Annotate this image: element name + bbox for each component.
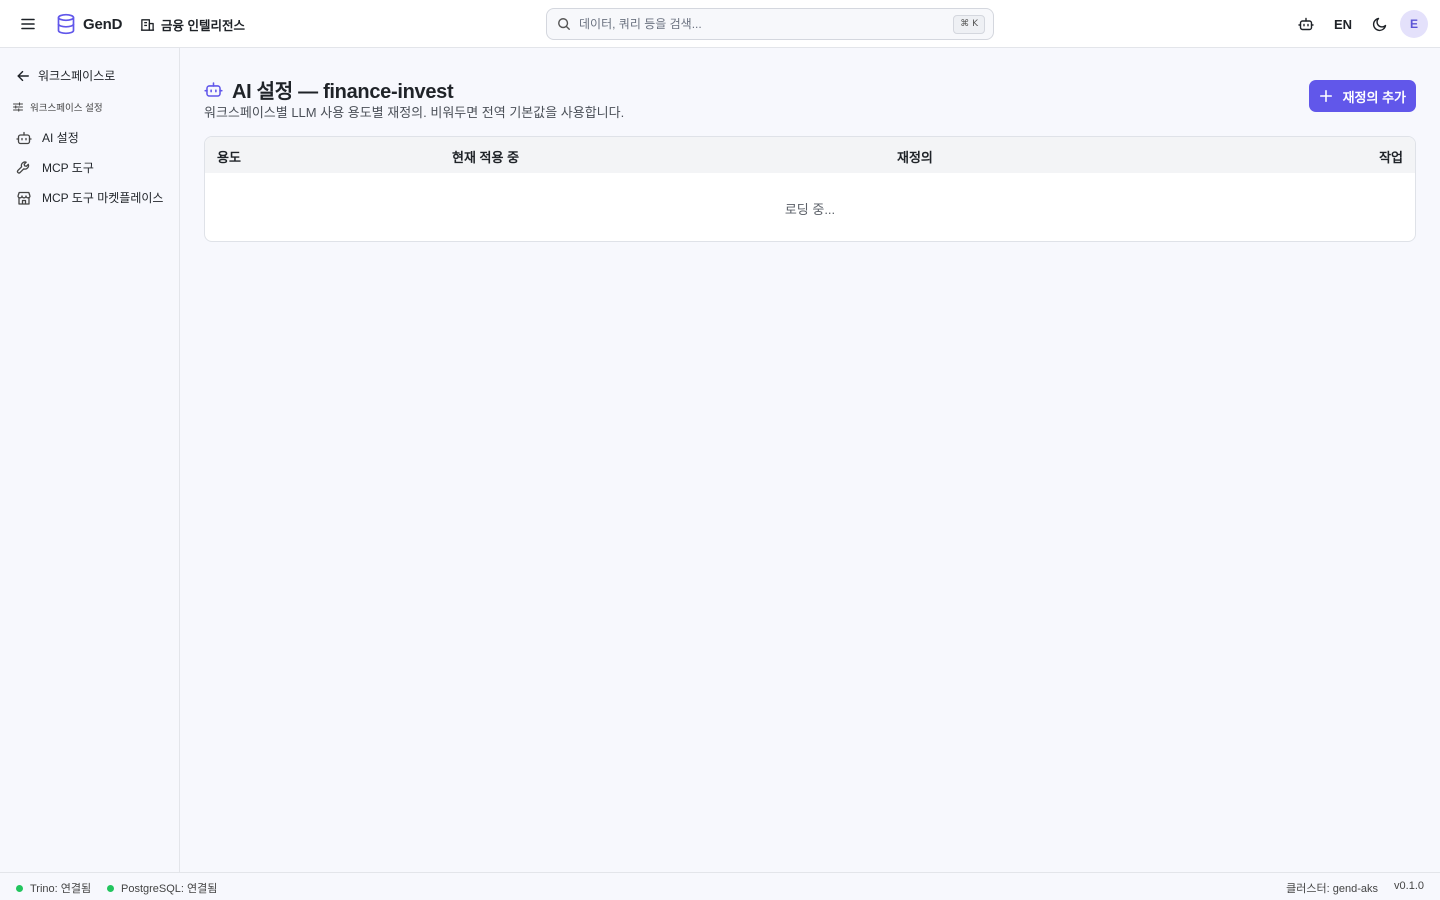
back-label: 워크스페이스로 (38, 69, 116, 83)
search-shortcut-badge: ⌘ K (953, 15, 985, 34)
ai-assistant-bot-icon[interactable] (1292, 10, 1320, 38)
override-table: 용도 현재 적용 중 재정의 작업 로딩 중... (204, 136, 1416, 242)
building-icon (140, 17, 155, 32)
brand-logo[interactable]: GenD (56, 13, 122, 35)
settings-sidebar: 워크스페이스로 워크스페이스 설정 AI 설정 MCP 도구 MCP 도구 마켓… (0, 48, 180, 872)
sidebar-section-header: 워크스페이스 설정 (12, 100, 103, 114)
trino-status: Trino: 연결됨 (16, 880, 91, 896)
plus-icon (1319, 89, 1333, 103)
hamburger-menu-icon[interactable] (18, 14, 38, 34)
main-content: AI 설정 — finance-invest 워크스페이스별 LLM 사용 용도… (181, 48, 1440, 872)
top-bar: GenD 금융 인텔리전스 ⌘ K EN E (0, 0, 1440, 48)
column-header-purpose[interactable]: 용도 (217, 147, 241, 166)
back-to-workspace-link[interactable]: 워크스페이스로 (16, 67, 115, 84)
database-logo-icon (56, 13, 76, 35)
loading-message: 로딩 중... (784, 202, 836, 217)
section-label: 워크스페이스 설정 (30, 103, 103, 114)
search-input[interactable] (579, 17, 939, 31)
language-toggle[interactable]: EN (1334, 17, 1352, 32)
page-header: AI 설정 — finance-invest (204, 75, 454, 104)
global-search[interactable]: ⌘ K (546, 8, 994, 40)
sidebar-item-label: MCP 도구 (42, 161, 94, 175)
add-override-label: 재정의 추가 (1342, 89, 1406, 105)
status-text: PostgreSQL: 연결됨 (121, 883, 218, 895)
version-label: v0.1.0 (1394, 880, 1424, 892)
sidebar-item-mcp-tools[interactable]: MCP 도구 (16, 159, 94, 176)
sliders-icon (12, 101, 24, 113)
status-dot (107, 884, 114, 892)
column-header-current[interactable]: 현재 적용 중 (452, 147, 519, 166)
moon-icon[interactable] (1366, 10, 1394, 38)
workspace-name: 금융 인텔리전스 (161, 19, 245, 33)
status-bar: Trino: 연결됨 PostgreSQL: 연결됨 클러스터: gend-ak… (0, 872, 1440, 900)
table-header-row: 용도 현재 적용 중 재정의 작업 (205, 137, 1415, 173)
bot-icon (16, 130, 32, 146)
column-header-override[interactable]: 재정의 (897, 147, 933, 166)
arrow-left-icon (16, 69, 30, 83)
cluster-label: 클러스터: gend-aks (1286, 883, 1378, 895)
bot-icon (204, 80, 223, 99)
brand-name: GenD (83, 15, 123, 33)
status-dot (16, 884, 23, 892)
status-text: Trino: 연결됨 (30, 883, 92, 895)
user-avatar[interactable]: E (1400, 10, 1428, 38)
search-icon (557, 17, 571, 31)
sidebar-item-label: AI 설정 (42, 131, 79, 145)
wrench-icon (16, 160, 32, 176)
store-icon (16, 190, 32, 206)
sidebar-item-label: MCP 도구 마켓플레이스 (42, 191, 164, 205)
page-subtitle: 워크스페이스별 LLM 사용 용도별 재정의. 비워두면 전역 기본값을 사용합… (204, 105, 625, 120)
workspace-switcher[interactable]: 금융 인텔리전스 (140, 15, 245, 34)
page-title: AI 설정 — finance-invest (232, 81, 454, 103)
sidebar-item-ai-settings[interactable]: AI 설정 (16, 129, 79, 146)
add-override-button[interactable]: 재정의 추가 (1308, 80, 1416, 112)
postgresql-status: PostgreSQL: 연결됨 (107, 880, 217, 896)
column-header-actions: 작업 (1379, 150, 1403, 165)
sidebar-item-mcp-marketplace[interactable]: MCP 도구 마켓플레이스 (16, 189, 163, 206)
